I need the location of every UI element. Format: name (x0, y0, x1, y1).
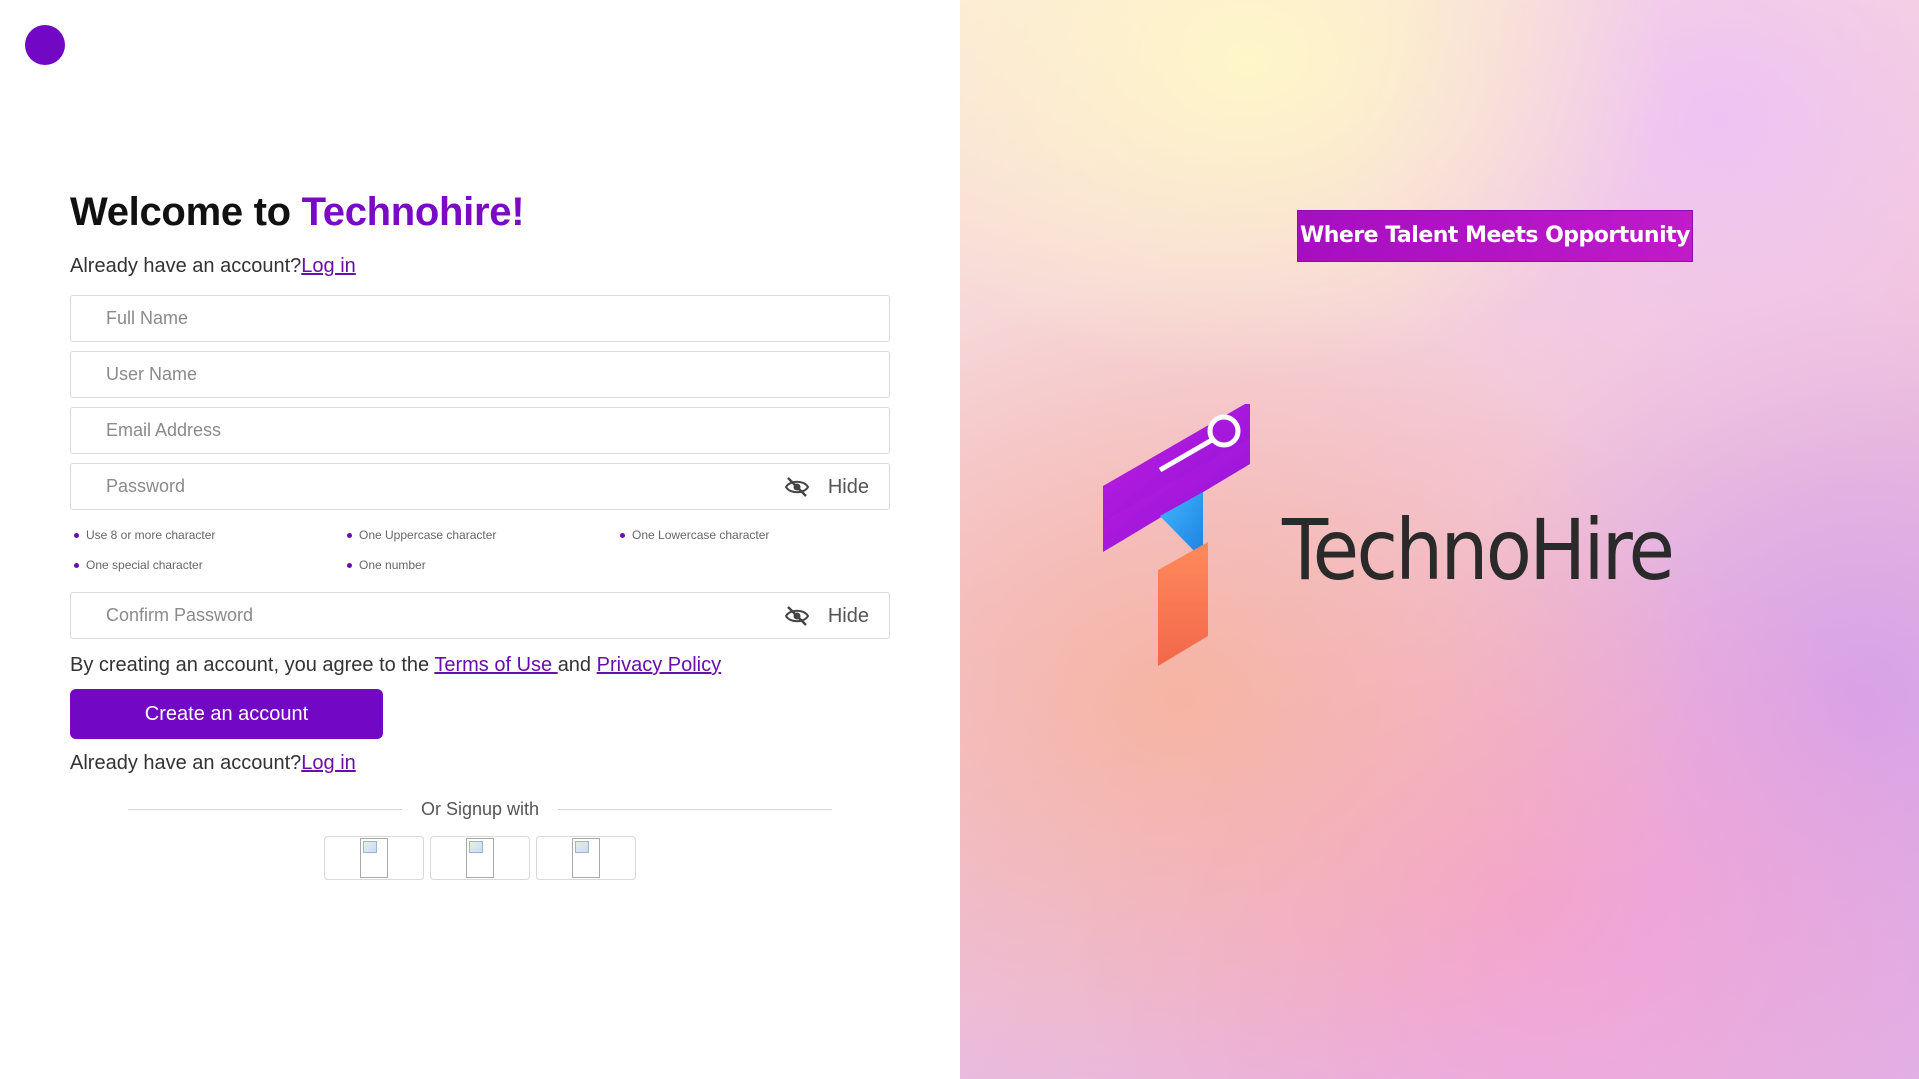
signup-form: Welcome to Technohire! Already have an a… (70, 186, 890, 880)
requirement-text: Use 8 or more character (86, 528, 216, 542)
divider-line (128, 809, 402, 810)
email-input[interactable] (71, 408, 889, 453)
terms-middle: and (557, 654, 597, 676)
email-field[interactable] (70, 407, 890, 454)
login-prompt-text: Already have an account? (70, 255, 302, 277)
requirement-item: One special character (74, 558, 347, 572)
eye-off-icon[interactable] (785, 476, 809, 498)
page-title-brand: Technohire! (301, 190, 525, 234)
social-signup-buttons (70, 836, 890, 880)
terms-notice: By creating an account, you agree to the… (70, 653, 890, 677)
page-title-prefix: Welcome to (70, 190, 302, 234)
social-signup-button-3[interactable] (536, 836, 636, 880)
social-signup-button-1[interactable] (324, 836, 424, 880)
brand-tagline: Where Talent Meets Opportunity (1297, 210, 1693, 262)
page-title: Welcome to Technohire! (70, 186, 890, 238)
signup-divider: Or Signup with (128, 797, 832, 821)
login-prompt-top: Already have an account?Log in (70, 254, 890, 278)
broken-image-icon (466, 838, 494, 878)
terms-of-use-link[interactable]: Terms of Use (434, 654, 557, 676)
bullet-icon (347, 532, 352, 538)
broken-image-icon (360, 838, 388, 878)
requirement-text: One Lowercase character (632, 528, 770, 542)
eye-off-icon[interactable] (785, 605, 809, 627)
requirement-item: One Uppercase character (347, 528, 620, 542)
confirm-password-hide-toggle[interactable]: Hide (828, 593, 869, 640)
user-name-input[interactable] (71, 352, 889, 397)
requirement-text: One Uppercase character (359, 528, 497, 542)
password-requirements: Use 8 or more character One Uppercase ch… (74, 528, 890, 572)
bullet-icon (74, 532, 79, 538)
app-logo-icon[interactable] (25, 25, 65, 65)
full-name-field[interactable] (70, 295, 890, 342)
requirement-item: One Lowercase character (620, 528, 893, 542)
confirm-password-input[interactable] (71, 593, 889, 638)
password-hide-toggle[interactable]: Hide (828, 464, 869, 511)
terms-prefix: By creating an account, you agree to the (70, 654, 435, 676)
bullet-icon (620, 532, 625, 538)
signup-page: Welcome to Technohire! Already have an a… (0, 0, 1919, 1079)
requirement-item: Use 8 or more character (74, 528, 347, 542)
bullet-icon (347, 562, 352, 568)
social-signup-button-2[interactable] (430, 836, 530, 880)
user-name-field[interactable] (70, 351, 890, 398)
requirement-text: One special character (86, 558, 203, 572)
privacy-policy-link[interactable]: Privacy Policy (597, 654, 721, 676)
password-field[interactable]: Hide (70, 463, 890, 510)
login-link-top[interactable]: Log in (301, 255, 356, 277)
confirm-password-field[interactable]: Hide (70, 592, 890, 639)
create-account-button[interactable]: Create an account (70, 689, 383, 739)
divider-line (558, 809, 832, 810)
divider-text: Or Signup with (410, 798, 550, 820)
password-input[interactable] (71, 464, 889, 509)
requirement-item: One number (347, 558, 620, 572)
broken-image-icon (572, 838, 600, 878)
bullet-icon (74, 562, 79, 568)
login-prompt-bottom: Already have an account?Log in (70, 751, 890, 775)
login-prompt-text: Already have an account? (70, 752, 302, 774)
brand-name: TechnoHire (1282, 501, 1675, 599)
full-name-input[interactable] (71, 296, 889, 341)
login-link-bottom[interactable]: Log in (301, 752, 356, 774)
signup-panel: Welcome to Technohire! Already have an a… (0, 0, 960, 1079)
requirement-text: One number (359, 558, 426, 572)
